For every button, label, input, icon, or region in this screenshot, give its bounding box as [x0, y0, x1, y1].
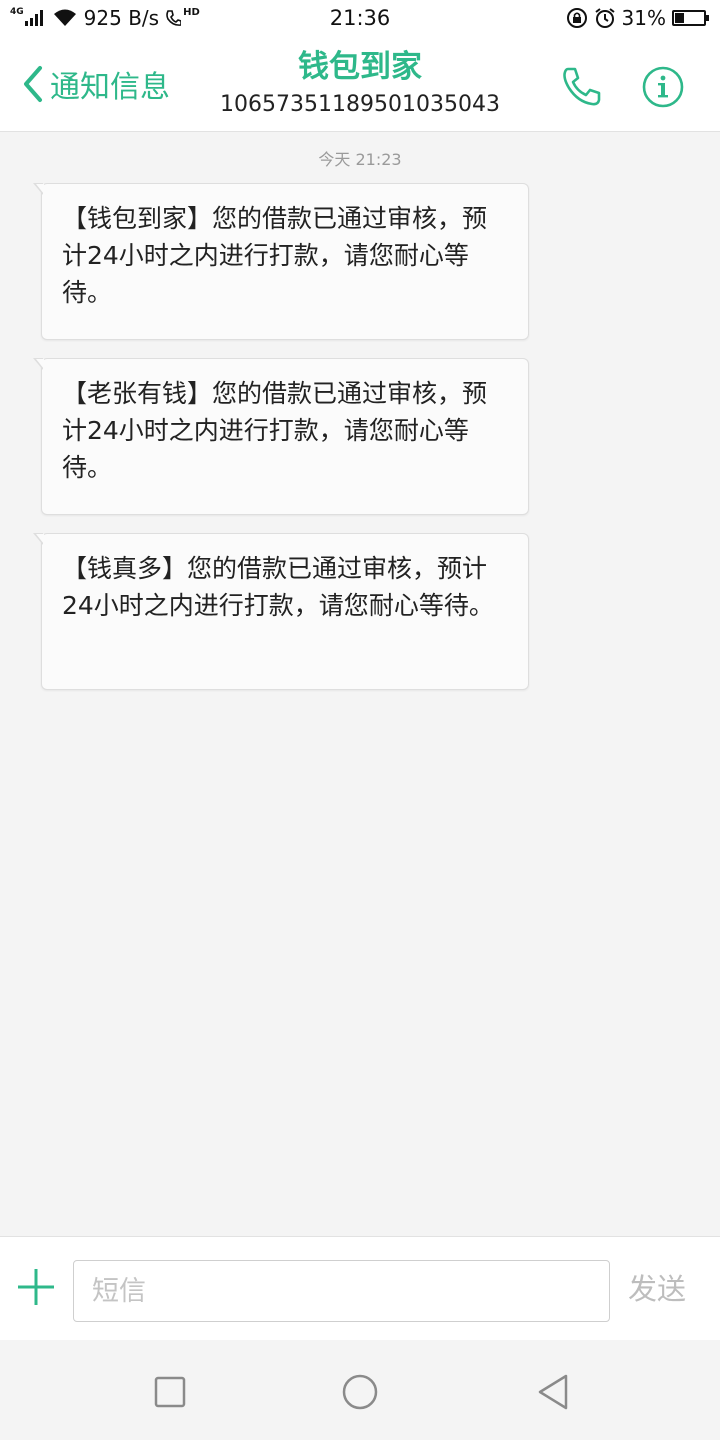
- conversation-header: 通知信息 钱包到家 10657351189501035043: [0, 36, 720, 132]
- recent-apps-button[interactable]: [150, 1372, 190, 1412]
- call-button[interactable]: [558, 64, 604, 110]
- system-back-button[interactable]: [534, 1372, 574, 1412]
- bubble-tail: [33, 358, 44, 370]
- system-nav-bar: [0, 1340, 720, 1440]
- contact-name: 钱包到家: [298, 49, 422, 85]
- phone-icon: [563, 67, 601, 106]
- info-button[interactable]: [640, 64, 686, 110]
- message-text: 【钱真多】您的借款已通过审核，预计24小时之内进行打款，请您耐心等待。: [62, 554, 494, 620]
- bubble-tail: [33, 533, 44, 545]
- message-text: 【钱包到家】您的借款已通过审核，预计24小时之内进行打款，请您耐心等待。: [62, 204, 488, 307]
- home-button[interactable]: [340, 1372, 380, 1412]
- message-bubble[interactable]: 【钱包到家】您的借款已通过审核，预计24小时之内进行打款，请您耐心等待。: [33, 183, 529, 340]
- send-button[interactable]: 发送: [628, 1269, 686, 1309]
- contact-number: 10657351189501035043: [220, 92, 500, 117]
- battery-level: [675, 13, 684, 23]
- add-attachment-button[interactable]: [16, 1267, 56, 1307]
- circle-icon: [342, 1374, 378, 1410]
- alarm-icon: [594, 8, 615, 28]
- message-composer: 发送: [0, 1236, 720, 1341]
- message-bubble[interactable]: 【老张有钱】您的借款已通过审核，预计24小时之内进行打款，请您耐心等待。: [33, 358, 529, 515]
- status-bar: 4G 925 B/s HD 21:36 31%: [0, 0, 720, 36]
- message-bubble[interactable]: 【钱真多】您的借款已通过审核，预计24小时之内进行打款，请您耐心等待。: [33, 533, 529, 690]
- rotation-lock-icon: [566, 8, 587, 28]
- message-text: 【老张有钱】您的借款已通过审核，预计24小时之内进行打款，请您耐心等待。: [62, 379, 488, 482]
- triangle-back-icon: [538, 1374, 568, 1410]
- battery-percent: 31%: [621, 6, 666, 30]
- message-list[interactable]: 今天 21:23 【钱包到家】您的借款已通过审核，预计24小时之内进行打款，请您…: [0, 132, 720, 1236]
- battery-icon: [672, 10, 709, 26]
- message-input[interactable]: [73, 1260, 610, 1322]
- info-icon: [642, 66, 684, 108]
- message-timestamp: 今天 21:23: [318, 150, 402, 169]
- status-bar-right: 31%: [566, 4, 709, 32]
- bubble-tail: [33, 183, 44, 195]
- square-icon: [154, 1376, 186, 1408]
- plus-icon: [18, 1269, 54, 1305]
